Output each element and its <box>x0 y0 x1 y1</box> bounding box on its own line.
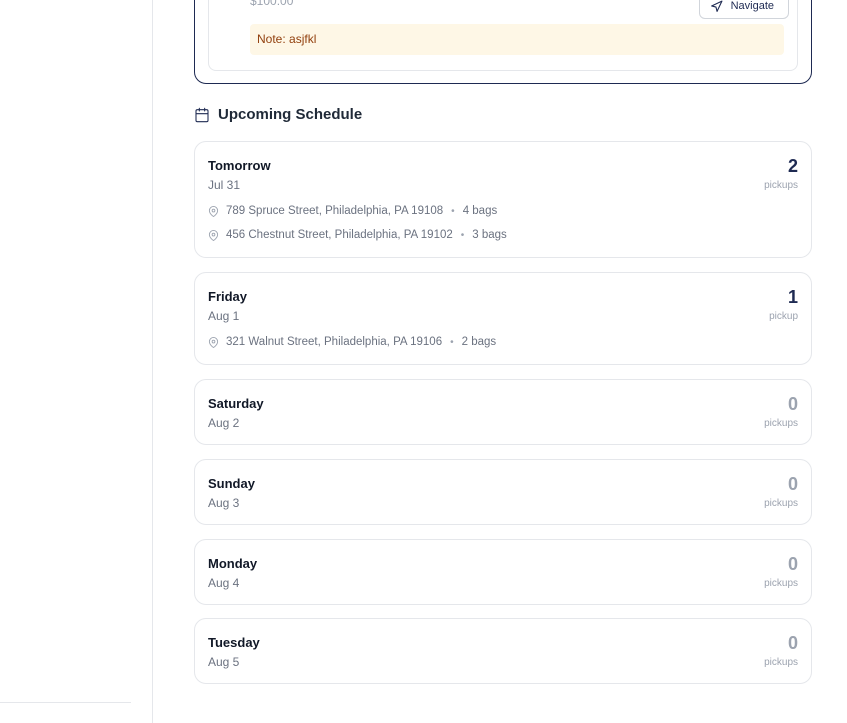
day-card-tomorrow[interactable]: Tomorrow Jul 31 2 pickups 789 Spruce Str… <box>194 141 812 258</box>
day-card-friday[interactable]: Friday Aug 1 1 pickup 321 Walnut Street,… <box>194 272 812 365</box>
day-date: Aug 4 <box>208 576 240 590</box>
pickup-count-label: pickups <box>764 418 798 429</box>
day-card-sunday[interactable]: Sunday Aug 3 0 pickups <box>194 459 812 525</box>
pickup-item[interactable]: 321 Walnut Street, Philadelphia, PA 1910… <box>208 336 496 348</box>
pickup-count-label: pickups <box>764 578 798 589</box>
schedule-header: Upcoming Schedule <box>194 106 362 123</box>
active-route-card: $100.00 Navigate Note: asjfkl <box>194 0 812 84</box>
pickup-item[interactable]: 456 Chestnut Street, Philadelphia, PA 19… <box>208 229 507 241</box>
day-card-saturday[interactable]: Saturday Aug 2 0 pickups <box>194 379 812 445</box>
pickup-count-label: pickups <box>764 498 798 509</box>
navigate-label: Navigate <box>730 0 774 12</box>
sidebar-divider <box>0 702 131 703</box>
pickup-bags: 3 bags <box>472 229 507 241</box>
sidebar <box>0 0 153 723</box>
stop-price: $100.00 <box>250 0 294 8</box>
separator-dot: • <box>450 336 454 348</box>
schedule-title: Upcoming Schedule <box>218 106 363 123</box>
day-name: Saturday <box>208 396 264 411</box>
calendar-icon <box>195 107 209 122</box>
day-card-monday[interactable]: Monday Aug 4 0 pickups <box>194 539 812 605</box>
pickup-count-label: pickup <box>769 311 798 322</box>
pickup-count: 0 <box>787 474 798 494</box>
navigate-button[interactable]: Navigate <box>698 0 789 19</box>
day-name: Monday <box>208 556 258 571</box>
pickup-count: 1 <box>787 287 798 307</box>
pickup-count-label: pickups <box>764 657 798 668</box>
pickup-address: 789 Spruce Street, Philadelphia, PA 1910… <box>226 205 444 217</box>
pickup-count-label: pickups <box>764 180 798 191</box>
map-pin-icon <box>208 336 219 348</box>
day-name: Tomorrow <box>208 158 271 173</box>
map-pin-icon <box>208 229 219 241</box>
pickup-bags: 2 bags <box>461 336 497 348</box>
pickup-count: 0 <box>787 394 798 414</box>
day-name: Sunday <box>208 476 255 491</box>
navigation-arrow-icon <box>710 0 723 12</box>
day-card-tuesday[interactable]: Tuesday Aug 5 0 pickups <box>194 618 812 684</box>
separator-dot: • <box>460 229 465 241</box>
day-date: Aug 5 <box>208 655 240 669</box>
day-date: Aug 2 <box>208 416 240 430</box>
day-name: Tuesday <box>208 635 260 650</box>
pickup-item[interactable]: 789 Spruce Street, Philadelphia, PA 1910… <box>208 205 497 217</box>
day-date: Jul 31 <box>208 178 241 192</box>
pickup-count: 0 <box>787 633 798 653</box>
separator-dot: • <box>451 205 455 217</box>
stop-note: Note: asjfkl <box>250 24 784 55</box>
map-pin-icon <box>208 205 219 217</box>
day-date: Aug 3 <box>208 496 240 510</box>
pickup-address: 321 Walnut Street, Philadelphia, PA 1910… <box>226 336 443 348</box>
pickup-bags: 4 bags <box>462 205 498 217</box>
pickup-count: 0 <box>787 554 798 574</box>
pickup-count: 2 <box>787 156 798 176</box>
day-date: Aug 1 <box>208 309 240 323</box>
day-name: Friday <box>208 289 248 304</box>
active-stop-card: $100.00 Navigate Note: asjfkl <box>208 0 798 71</box>
pickup-address: 456 Chestnut Street, Philadelphia, PA 19… <box>226 229 453 241</box>
main-content: $100.00 Navigate Note: asjfkl Upcoming S… <box>153 0 847 723</box>
